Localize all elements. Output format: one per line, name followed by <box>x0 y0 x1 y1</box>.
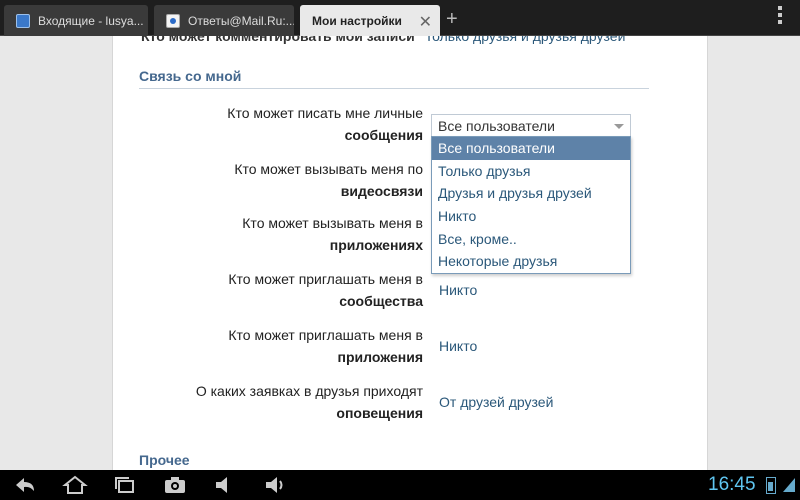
option-all-users[interactable]: Все пользователи <box>432 137 630 160</box>
tab-answers[interactable]: Ответы@Mail.Ru:... <box>154 5 294 36</box>
close-tab-icon[interactable]: ✕ <box>419 12 432 32</box>
back-icon[interactable] <box>12 475 38 495</box>
tab-label: Ответы@Mail.Ru:... <box>188 13 294 28</box>
mail-favicon-icon <box>16 13 30 28</box>
recent-apps-icon[interactable] <box>112 475 138 495</box>
battery-icon <box>766 477 776 494</box>
volume-up-icon[interactable] <box>262 475 288 495</box>
setting-label-app-invites: Кто может приглашать меня в приложения <box>228 327 423 365</box>
wifi-icon <box>782 476 796 494</box>
section-title-contact: Связь со мной <box>139 68 242 84</box>
menu-dots-icon[interactable] <box>778 6 784 27</box>
setting-value-app-invites[interactable]: Никто <box>439 338 477 354</box>
answers-favicon-icon <box>166 13 180 28</box>
clipped-label: Кто может комментировать мои записи <box>141 36 415 44</box>
setting-label-friend-requests: О каких заявках в друзья приходят оповещ… <box>195 383 423 421</box>
option-nobody[interactable]: Никто <box>432 205 630 228</box>
setting-label-community-invites: Кто может приглашать меня в сообщества <box>228 271 423 309</box>
dropdown-arrow-icon <box>614 124 624 129</box>
section-title-other: Прочее <box>139 452 190 468</box>
tab-inbox[interactable]: Входящие - lusya... <box>4 5 148 36</box>
section-divider <box>139 88 649 89</box>
settings-content: Кто может комментировать мои записи Толь… <box>112 36 708 470</box>
option-all-except[interactable]: Все, кроме.. <box>432 228 630 251</box>
browser-tab-bar: Входящие - lusya... Ответы@Mail.Ru:... М… <box>0 0 800 36</box>
new-tab-icon[interactable]: + <box>446 8 458 31</box>
android-system-bar: 16:45 <box>0 470 800 500</box>
setting-label-app-calls: Кто может вызывать меня в приложениях <box>242 215 423 253</box>
messages-privacy-select[interactable]: Все пользователи <box>431 114 631 138</box>
option-some-friends[interactable]: Некоторые друзья <box>432 250 630 273</box>
tab-label: Мои настройки <box>312 13 402 28</box>
clipped-setting-row: Кто может комментировать мои записи Толь… <box>141 36 625 44</box>
setting-value-friend-requests[interactable]: От друзей друзей <box>439 394 553 410</box>
tab-label: Входящие - lusya... <box>38 13 144 28</box>
home-icon[interactable] <box>62 475 88 495</box>
clipped-value-link[interactable]: Только друзья и друзья друзей <box>425 36 626 44</box>
camera-icon[interactable] <box>162 475 188 495</box>
messages-privacy-options: Все пользователи Только друзья Друзья и … <box>431 136 631 275</box>
select-value: Все пользователи <box>438 118 555 134</box>
option-friends-of-friends[interactable]: Друзья и друзья друзей <box>432 182 630 205</box>
setting-label-messages: Кто может писать мне личные сообщения <box>227 105 423 143</box>
option-friends-only[interactable]: Только друзья <box>432 160 630 183</box>
clock: 16:45 <box>708 474 756 495</box>
setting-label-video-calls: Кто может вызывать меня по видеосвязи <box>234 161 423 199</box>
tab-my-settings[interactable]: Мои настройки ✕ <box>300 5 440 36</box>
volume-down-icon[interactable] <box>212 475 238 495</box>
setting-value-community-invites[interactable]: Никто <box>439 282 477 298</box>
